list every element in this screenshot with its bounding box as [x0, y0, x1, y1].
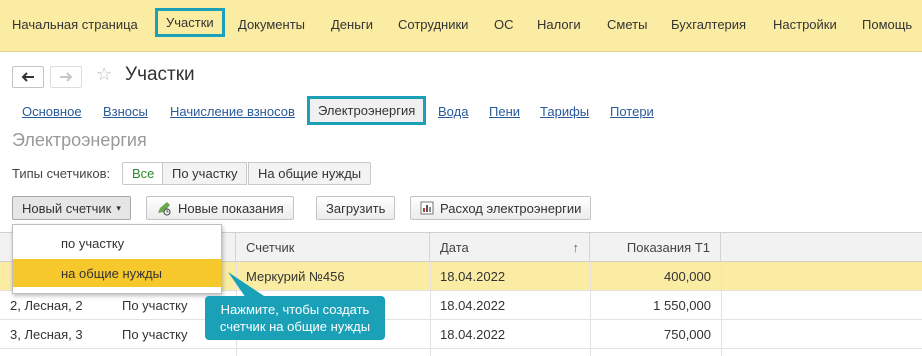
pencil-meter-icon [156, 200, 172, 216]
cell-plot: 3, Лесная, 3 [10, 326, 83, 342]
cell-date: 18.04.2022 [440, 326, 506, 342]
cell-type: По участку [122, 326, 188, 342]
load-button[interactable]: Загрузить [316, 196, 396, 220]
tab-main[interactable]: Основное [22, 104, 82, 119]
menu-item-taxes[interactable]: Налоги [537, 17, 581, 32]
menu-item-home[interactable]: Начальная страница [12, 17, 138, 32]
tab-electricity[interactable]: Электроэнергия [307, 96, 427, 125]
consumption-report-label: Расход электроэнергии [440, 200, 582, 216]
sort-ascending-icon: ↑ [572, 240, 580, 255]
arrow-left-icon [21, 72, 34, 82]
consumption-report-button[interactable]: Расход электроэнергии [410, 196, 592, 220]
cell-type: По участку [122, 297, 188, 313]
menu-item-accounting[interactable]: Бухгалтерия [671, 17, 746, 32]
filter-all[interactable]: Все [122, 162, 165, 185]
back-button[interactable] [12, 66, 44, 88]
new-readings-label: Новые показания [178, 200, 284, 216]
load-label: Загрузить [326, 200, 386, 216]
menu-item-money[interactable]: Деньги [331, 17, 373, 32]
tab-water[interactable]: Вода [438, 104, 468, 119]
header-date[interactable]: Дата ↑ [430, 233, 590, 262]
header-readings-t1[interactable]: Показания Т1 [590, 233, 721, 262]
new-meter-button[interactable]: Новый счетчик ▾ [12, 196, 131, 220]
cell-plot: 2, Лесная, 2 [10, 297, 83, 313]
menu-item-settings[interactable]: Настройки [773, 17, 837, 32]
tab-tariffs[interactable]: Тарифы [540, 104, 589, 119]
menu-item-plots[interactable]: Участки [155, 8, 225, 37]
filter-by-plot[interactable]: По участку [162, 162, 248, 185]
column-divider [721, 262, 722, 356]
report-icon [420, 201, 434, 215]
dropdown-arrow-icon: ▾ [116, 202, 121, 213]
forward-button[interactable] [50, 66, 82, 88]
favorite-star-icon[interactable]: ☆ [96, 64, 112, 85]
new-meter-label: Новый счетчик [22, 200, 112, 216]
cell-readings: 1 550,000 [653, 297, 711, 313]
table-row[interactable]: 2, Лесная, 2 По участку 18.04.2022 1 550… [0, 291, 922, 320]
tab-fee-charges[interactable]: Начисление взносов [170, 104, 295, 119]
cell-date: 18.04.2022 [440, 268, 506, 284]
cell-date: 18.04.2022 [440, 297, 506, 313]
cell-readings: 400,000 [664, 268, 711, 284]
tab-fees[interactable]: Взносы [103, 104, 148, 119]
menu-item-help[interactable]: Помощь [862, 17, 912, 32]
dropdown-item-common-needs[interactable]: на общие нужды [13, 259, 221, 287]
new-readings-button[interactable]: Новые показания [146, 196, 294, 220]
arrow-right-icon [60, 72, 73, 82]
column-divider [590, 262, 591, 356]
header-date-label: Дата [440, 240, 469, 255]
menu-item-fixed-assets[interactable]: ОС [494, 17, 514, 32]
new-meter-dropdown: по участку на общие нужды [12, 224, 222, 294]
meter-types-label: Типы счетчиков: [12, 166, 111, 181]
hint-tooltip: Нажмите, чтобы создать счетчик на общие … [205, 296, 385, 340]
main-menu: Начальная страница Участки Документы Ден… [0, 0, 922, 52]
page-title: Участки [125, 64, 195, 85]
cell-readings: 750,000 [664, 326, 711, 342]
menu-item-estimates[interactable]: Сметы [607, 17, 647, 32]
header-meter[interactable]: Счетчик [236, 233, 430, 262]
section-title: Электроэнергия [12, 130, 147, 150]
table-row[interactable]: 3, Лесная, 3 По участку 18.04.2022 750,0… [0, 320, 922, 349]
tab-losses[interactable]: Потери [610, 104, 654, 119]
filter-common-needs[interactable]: На общие нужды [248, 162, 372, 185]
menu-item-employees[interactable]: Сотрудники [398, 17, 468, 32]
dropdown-item-by-plot[interactable]: по участку [13, 229, 221, 257]
column-divider [430, 262, 431, 356]
tab-penalties[interactable]: Пени [489, 104, 520, 119]
menu-item-documents[interactable]: Документы [238, 17, 305, 32]
